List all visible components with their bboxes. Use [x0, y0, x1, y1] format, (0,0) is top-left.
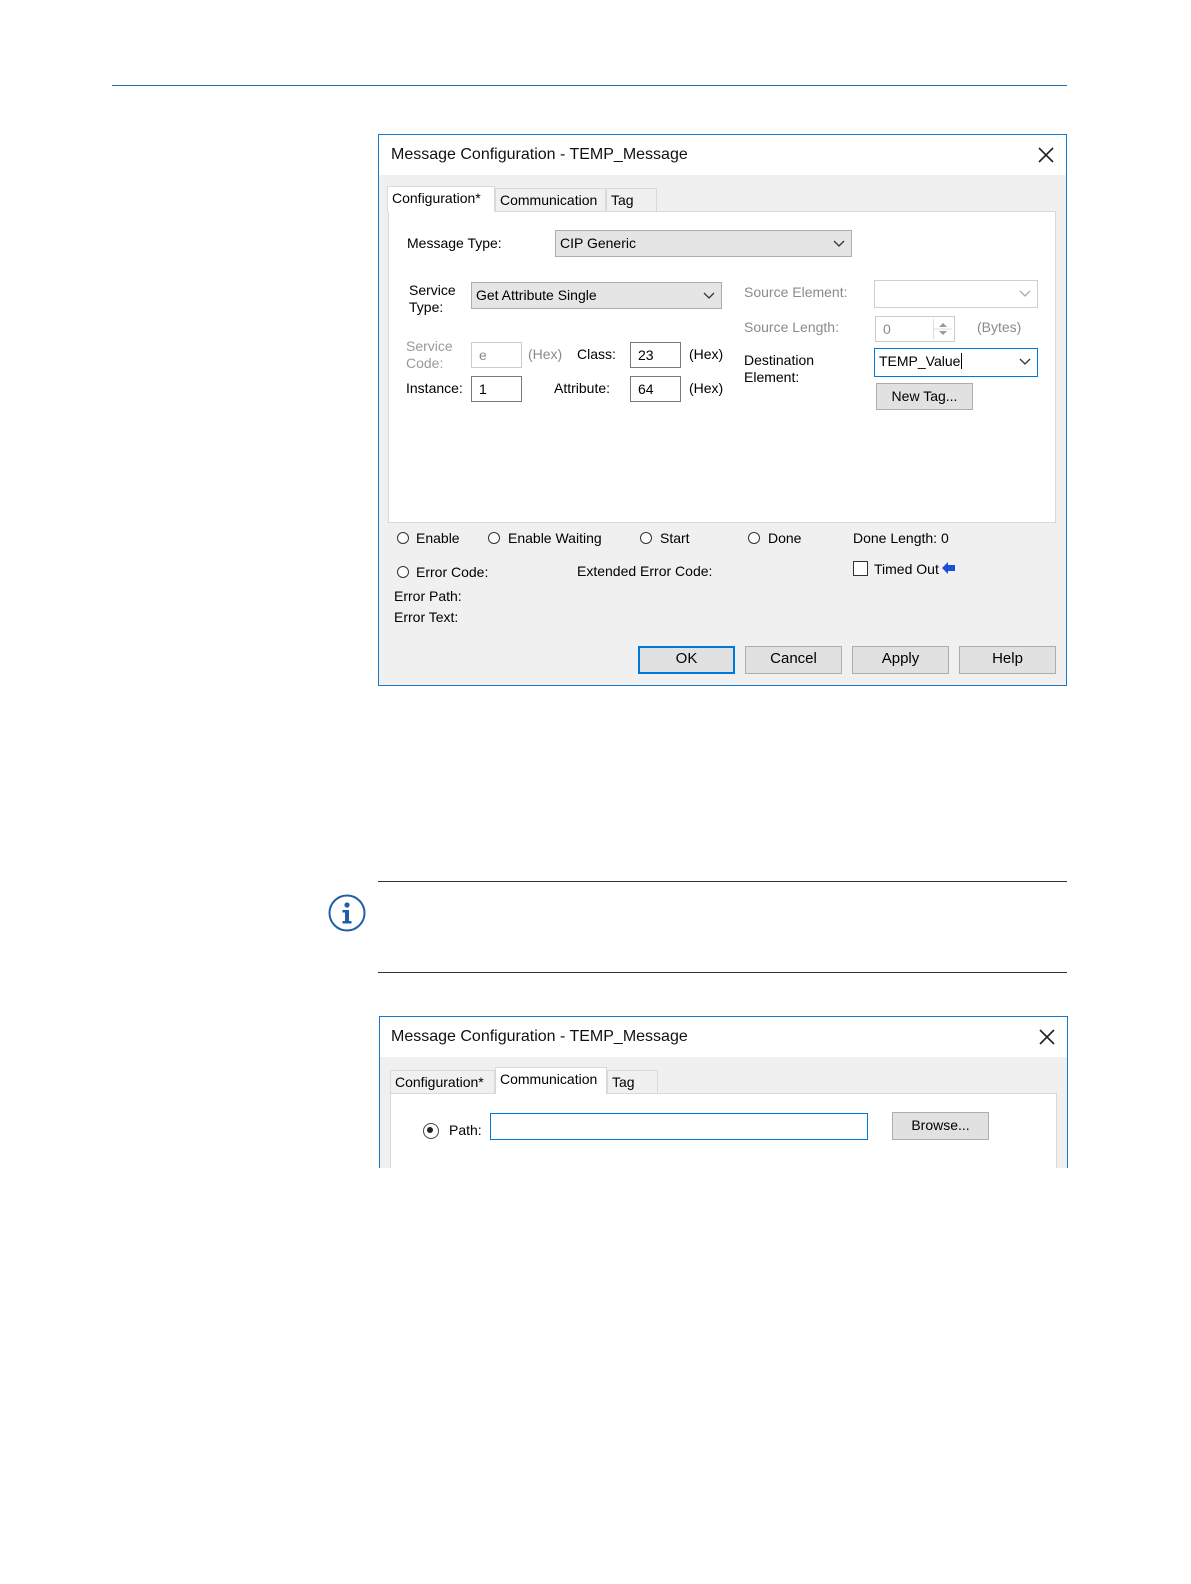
note-bottom-rule	[378, 972, 1067, 973]
dialog-body: Configuration* Communication Tag Path: B…	[380, 1057, 1067, 1168]
enable-label: Enable	[416, 530, 460, 546]
service-type-label: Service Type:	[409, 282, 456, 316]
error-code-label: Error Code:	[416, 564, 489, 580]
instance-label: Instance:	[406, 380, 463, 396]
service-type-select[interactable]: Get Attribute Single	[471, 282, 722, 309]
done-length-text: Done Length: 0	[853, 530, 949, 546]
spinner-arrows-icon	[934, 323, 952, 335]
service-type-value: Get Attribute Single	[476, 287, 597, 303]
destination-element-label-line1: Destination	[744, 352, 815, 368]
class-field[interactable]: 23	[630, 342, 681, 368]
dialog-title: Message Configuration - TEMP_Message	[391, 1028, 688, 1045]
attribute-field[interactable]: 64	[630, 376, 681, 402]
service-type-label-line1: Service	[409, 282, 456, 298]
source-length-field: 0	[875, 316, 955, 342]
destination-element-label: Destination Element:	[744, 352, 814, 386]
text-cursor	[961, 353, 963, 369]
service-code-label-line2: Code:	[406, 355, 444, 371]
close-icon[interactable]	[1036, 1026, 1058, 1048]
tab-configuration[interactable]: Configuration*	[390, 1070, 495, 1093]
start-label: Start	[660, 530, 690, 546]
cancel-button[interactable]: Cancel	[745, 646, 842, 674]
destination-element-select[interactable]: TEMP_Value	[874, 348, 1038, 377]
timed-out-checkbox[interactable]	[853, 561, 868, 576]
extended-error-code-label: Extended Error Code:	[577, 563, 713, 579]
tab-communication[interactable]: Communication	[495, 188, 606, 211]
destination-element-label-line2: Element:	[744, 369, 800, 385]
message-type-label: Message Type:	[407, 235, 502, 251]
service-code-label-line1: Service	[406, 338, 453, 354]
path-radio[interactable]	[423, 1123, 439, 1139]
start-radio	[640, 532, 652, 544]
source-element-label: Source Element:	[744, 284, 848, 300]
tab-configuration[interactable]: Configuration*	[387, 186, 495, 212]
error-text-label: Error Text:	[394, 609, 459, 625]
class-label: Class:	[577, 346, 616, 362]
path-input[interactable]	[490, 1113, 868, 1140]
note-top-rule	[378, 881, 1067, 882]
apply-button[interactable]: Apply	[852, 646, 949, 674]
communication-panel: Path: Browse...	[390, 1093, 1057, 1168]
tab-tag[interactable]: Tag	[606, 188, 657, 211]
chevron-down-icon	[1019, 290, 1031, 297]
instance-field[interactable]: 1	[471, 376, 522, 402]
configuration-panel: Message Type: CIP Generic Service Type: …	[388, 211, 1056, 523]
message-type-select[interactable]: CIP Generic	[555, 230, 852, 257]
enable-radio	[397, 532, 409, 544]
info-icon	[328, 894, 366, 932]
spinner	[933, 319, 952, 339]
new-tag-button[interactable]: New Tag...	[876, 383, 973, 410]
message-configuration-dialog-communication: Message Configuration - TEMP_Message Con…	[379, 1016, 1068, 1168]
source-length-label: Source Length:	[744, 319, 839, 335]
service-code-label: Service Code:	[406, 338, 453, 372]
enable-waiting-radio	[488, 532, 500, 544]
dialog-body: Configuration* Communication Tag Message…	[379, 175, 1066, 685]
path-label: Path:	[449, 1122, 482, 1138]
done-radio	[748, 532, 760, 544]
page-header-rule	[112, 85, 1067, 86]
error-code-radio	[397, 566, 409, 578]
attribute-unit: (Hex)	[689, 380, 724, 396]
source-element-select	[874, 280, 1038, 308]
close-icon[interactable]	[1035, 144, 1057, 166]
chevron-down-icon	[703, 292, 715, 299]
chevron-down-icon	[833, 240, 845, 247]
source-length-value: 0	[883, 321, 891, 337]
attribute-label: Attribute:	[554, 380, 611, 396]
message-configuration-dialog: Message Configuration - TEMP_Message Con…	[378, 134, 1067, 686]
arrow-left-icon	[942, 562, 955, 574]
help-button[interactable]: Help	[959, 646, 1056, 674]
tab-tag[interactable]: Tag	[607, 1070, 658, 1093]
tab-communication[interactable]: Communication	[495, 1067, 607, 1094]
chevron-down-icon	[1019, 358, 1031, 365]
done-label: Done	[768, 530, 802, 546]
service-code-unit: (Hex)	[528, 346, 563, 362]
dialog-title: Message Configuration - TEMP_Message	[391, 146, 688, 163]
service-code-field: e	[471, 342, 522, 368]
class-unit: (Hex)	[689, 346, 724, 362]
service-type-label-line2: Type:	[409, 299, 444, 315]
source-length-unit: (Bytes)	[977, 319, 1022, 335]
timed-out-label: Timed Out	[874, 561, 939, 577]
error-path-label: Error Path:	[394, 588, 462, 604]
ok-button[interactable]: OK	[638, 646, 735, 674]
message-type-value: CIP Generic	[560, 235, 636, 251]
destination-element-value: TEMP_Value	[879, 353, 961, 369]
enable-waiting-label: Enable Waiting	[508, 530, 602, 546]
browse-button[interactable]: Browse...	[892, 1112, 989, 1140]
